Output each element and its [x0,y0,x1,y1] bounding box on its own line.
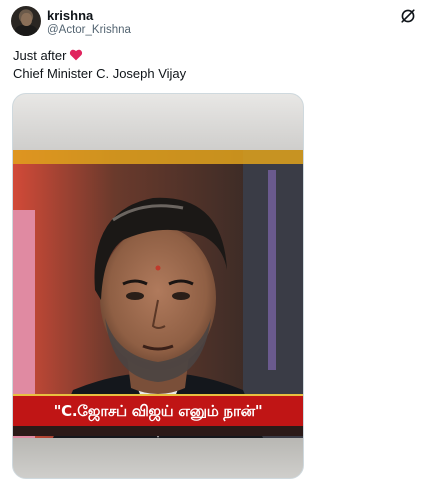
user-handle[interactable]: @Actor_Krishna [47,24,131,36]
tweet-media-image[interactable]: "C.ஜோசப் விஜய் எனும் நான்" [12,93,304,479]
tv-top-bezel [13,94,303,150]
tv-lower-edge [13,426,303,436]
avatar-body [15,25,37,36]
heart-icon [70,49,83,61]
caption-bar: "C.ஜோசப் விஜய் எனும் நான்" [13,394,303,428]
tweet-text-line-2: Chief Minister C. Joseph Vijay [13,66,187,81]
display-name[interactable]: krishna [47,8,93,23]
tweet-text-line-1: Just after [13,47,186,65]
tv-bottom-bezel [13,438,303,478]
caption-text: "C.ஜோசப் விஜய் எனும் நான்" [53,402,263,420]
tweet-card: krishna @Actor_Krishna Just after Chief … [0,0,423,484]
tweet-text: Just after Chief Minister C. Joseph Vija… [13,47,186,83]
grok-icon[interactable] [398,6,418,26]
tweet-text-line-1-label: Just after [13,48,67,63]
avatar[interactable] [11,6,41,36]
avatar-face [21,13,32,26]
